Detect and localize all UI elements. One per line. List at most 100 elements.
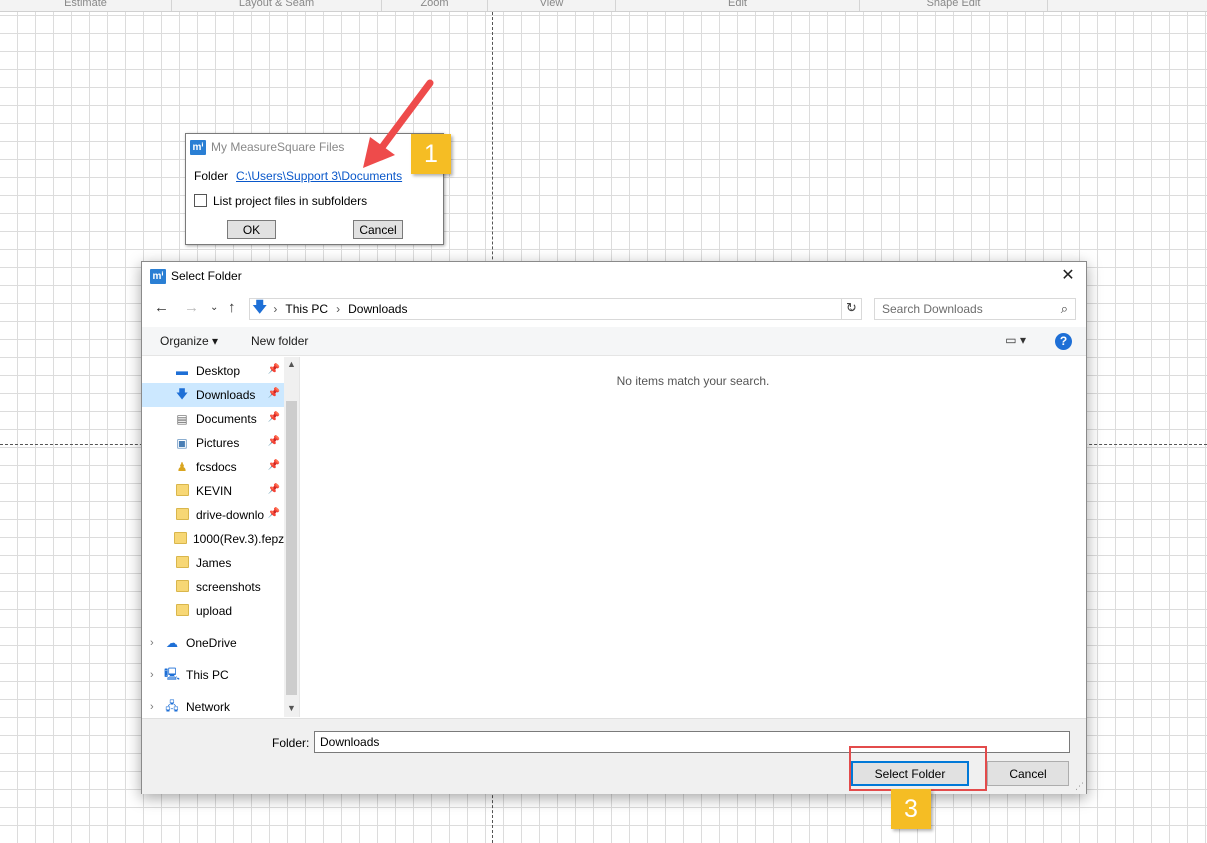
ribbon-group-shape-edit[interactable]: Shape Edit bbox=[860, 0, 1048, 11]
sidebar-item-fepz[interactable]: 1000(Rev.3).fepz bbox=[142, 527, 284, 551]
folder-field-label: Folder: bbox=[272, 736, 310, 750]
documents-icon: ▤ bbox=[176, 412, 188, 426]
recent-locations-chevron-icon[interactable]: ⌄ bbox=[210, 299, 218, 317]
sidebar-item-network[interactable]: › 🖧 Network bbox=[142, 695, 284, 719]
sidebar-item-label: 1000(Rev.3).fepz bbox=[193, 532, 285, 546]
scroll-down-icon[interactable]: ▼ bbox=[287, 703, 296, 713]
forward-arrow-icon[interactable]: → bbox=[184, 299, 199, 317]
navigation-scrollbar[interactable]: ▲ ▼ bbox=[284, 357, 299, 717]
folder-icon bbox=[174, 579, 190, 595]
address-bar[interactable]: 🡇 › This PC › Downloads ⌄ bbox=[249, 298, 862, 320]
file-list-pane[interactable]: No items match your search. bbox=[300, 357, 1086, 717]
sidebar-item-label: Network bbox=[186, 700, 231, 714]
sidebar-item-kevin[interactable]: KEVIN 📌 bbox=[142, 479, 284, 503]
sidebar-item-label: Documents bbox=[196, 412, 257, 426]
subfolders-row[interactable]: List project files in subfolders bbox=[194, 194, 367, 208]
navigation-pane: ▬ Desktop 📌 🡇 Downloads 📌 ▤ Documents 📌 … bbox=[142, 357, 300, 717]
callout-badge-1: 1 bbox=[411, 134, 451, 174]
view-options-icon[interactable]: ▭ ▾ bbox=[1005, 333, 1026, 347]
sidebar-item-label: This PC bbox=[186, 668, 229, 682]
select-folder-title-bar: mⁱ Select Folder bbox=[142, 262, 1086, 290]
pin-icon: 📌 bbox=[267, 484, 280, 495]
sidebar-item-desktop[interactable]: ▬ Desktop 📌 bbox=[142, 359, 284, 383]
ribbon-group-zoom[interactable]: Zoom bbox=[382, 0, 488, 11]
sidebar-item-label: upload bbox=[196, 604, 233, 618]
sidebar-item-fcsdocs[interactable]: ♟ fcsdocs 📌 bbox=[142, 455, 284, 479]
select-folder-dialog: mⁱ Select Folder ✕ ← → ⌄ ↑ 🡇 › This PC ›… bbox=[141, 261, 1087, 794]
ribbon-group-layout-seam[interactable]: Layout & Seam bbox=[172, 0, 382, 11]
breadcrumb-downloads[interactable]: Downloads bbox=[348, 302, 407, 316]
callout-badge-3: 3 bbox=[891, 789, 931, 829]
pin-icon: 📌 bbox=[267, 436, 280, 447]
pictures-icon: ▣ bbox=[176, 436, 188, 450]
pin-icon: 📌 bbox=[267, 388, 280, 399]
folder-icon bbox=[174, 555, 190, 571]
organize-menu[interactable]: Organize ▾ bbox=[160, 334, 218, 348]
dialog-title: Select Folder bbox=[171, 269, 242, 283]
breadcrumb-this-pc[interactable]: This PC bbox=[285, 302, 328, 316]
sidebar-item-screenshots[interactable]: screenshots bbox=[142, 575, 284, 599]
subfolders-checkbox[interactable] bbox=[194, 194, 207, 207]
desktop-icon: ▬ bbox=[176, 364, 188, 378]
folder-icon bbox=[174, 531, 187, 547]
empty-message: No items match your search. bbox=[616, 374, 770, 388]
sidebar-item-label: KEVIN bbox=[196, 484, 233, 498]
search-input[interactable]: Search Downloads ⌕ bbox=[874, 298, 1076, 320]
folder-icon bbox=[174, 603, 190, 619]
sidebar-item-label: Desktop bbox=[196, 364, 241, 378]
pin-icon: 📌 bbox=[267, 364, 280, 375]
folder-label: Folder bbox=[194, 169, 229, 183]
folder-icon bbox=[174, 483, 190, 499]
app-logo-icon: mⁱ bbox=[150, 268, 166, 284]
subfolders-label: List project files in subfolders bbox=[213, 194, 368, 208]
mini-cancel-button[interactable]: Cancel bbox=[353, 220, 403, 239]
navigation-bar: ← → ⌄ ↑ 🡇 › This PC › Downloads ⌄ ↻ Sear… bbox=[142, 295, 1086, 323]
expand-chevron-icon[interactable]: › bbox=[150, 701, 154, 713]
back-arrow-icon[interactable]: ← bbox=[154, 299, 169, 317]
sidebar-item-documents[interactable]: ▤ Documents 📌 bbox=[142, 407, 284, 431]
ok-button[interactable]: OK bbox=[227, 220, 276, 239]
search-icon[interactable]: ⌕ bbox=[1061, 301, 1068, 317]
cloud-icon: ☁ bbox=[166, 636, 178, 650]
cancel-button[interactable]: Cancel bbox=[987, 761, 1069, 786]
sidebar-item-upload[interactable]: upload bbox=[142, 599, 284, 623]
scroll-up-icon[interactable]: ▲ bbox=[287, 359, 296, 369]
up-arrow-icon[interactable]: ↑ bbox=[228, 299, 236, 317]
sidebar-item-james[interactable]: James bbox=[142, 551, 284, 575]
sidebar-item-this-pc[interactable]: › 🖳 This PC bbox=[142, 663, 284, 687]
help-icon[interactable]: ? bbox=[1055, 333, 1072, 350]
ribbon-group-view[interactable]: View bbox=[488, 0, 616, 11]
sidebar-item-label: fcsdocs bbox=[196, 460, 237, 474]
sidebar-item-drive-download[interactable]: drive-downlo 📌 bbox=[142, 503, 284, 527]
network-icon: 🖧 bbox=[165, 698, 179, 713]
pin-icon: 📌 bbox=[267, 460, 280, 471]
search-placeholder: Search Downloads bbox=[882, 302, 983, 316]
command-toolbar: Organize ▾ New folder ▭ ▾ ? bbox=[142, 327, 1086, 356]
sidebar-item-label: James bbox=[196, 556, 232, 570]
download-location-icon: 🡇 bbox=[252, 298, 268, 316]
sidebar-item-onedrive[interactable]: › ☁ OneDrive bbox=[142, 631, 284, 655]
breadcrumb-separator-icon[interactable]: › bbox=[336, 302, 340, 316]
scrollbar-thumb[interactable] bbox=[286, 401, 297, 695]
sidebar-item-label: OneDrive bbox=[186, 636, 237, 650]
resize-grip-icon[interactable]: ⋰ bbox=[1075, 781, 1084, 792]
ribbon-group-edit[interactable]: Edit bbox=[616, 0, 860, 11]
pin-icon: 📌 bbox=[267, 508, 280, 519]
user-folder-icon: ♟ bbox=[176, 460, 188, 474]
sidebar-item-label: drive-downlo bbox=[196, 508, 265, 522]
folder-icon bbox=[174, 507, 190, 523]
my-files-title: My MeasureSquare Files bbox=[211, 140, 345, 154]
pin-icon: 📌 bbox=[267, 412, 280, 423]
ribbon: Estimate Layout & Seam Zoom View Edit Sh… bbox=[0, 0, 1207, 12]
sidebar-item-downloads[interactable]: 🡇 Downloads 📌 bbox=[142, 383, 284, 407]
new-folder-button[interactable]: New folder bbox=[251, 334, 308, 348]
sidebar-item-label: screenshots bbox=[196, 580, 261, 594]
refresh-icon[interactable]: ↻ bbox=[841, 299, 861, 319]
app-logo-icon: mⁱ bbox=[190, 139, 206, 155]
breadcrumb-separator-icon[interactable]: › bbox=[273, 302, 277, 316]
expand-chevron-icon[interactable]: › bbox=[150, 637, 154, 649]
close-icon[interactable]: ✕ bbox=[1058, 267, 1078, 285]
sidebar-item-pictures[interactable]: ▣ Pictures 📌 bbox=[142, 431, 284, 455]
ribbon-group-estimate[interactable]: Estimate bbox=[0, 0, 172, 11]
expand-chevron-icon[interactable]: › bbox=[150, 669, 154, 681]
